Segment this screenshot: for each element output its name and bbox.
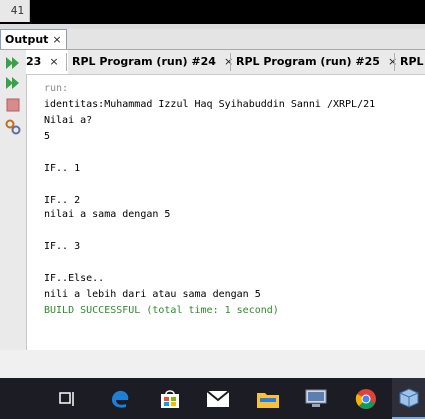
edge-icon[interactable] bbox=[100, 378, 140, 419]
stop-icon[interactable] bbox=[4, 96, 22, 114]
task-view-icon[interactable] bbox=[48, 378, 88, 419]
tab-divider bbox=[394, 53, 395, 71]
close-icon[interactable]: × bbox=[224, 50, 233, 74]
build-status-line: BUILD SUCCESSFUL (total time: 1 second) bbox=[44, 305, 279, 316]
console-output[interactable]: run: identitas:Muhammad Izzul Haq Syihab… bbox=[27, 75, 425, 350]
console-line: nilai a sama dengan 5 bbox=[44, 209, 171, 220]
console-line: Nilai a? bbox=[44, 115, 93, 126]
console-line: 5 bbox=[44, 131, 51, 142]
console-line: nili a lebih dari atau sama dengan 5 bbox=[44, 289, 261, 300]
settings-icon[interactable] bbox=[4, 118, 22, 136]
run-tab-23[interactable]: 23 × bbox=[26, 50, 68, 74]
console-line: run: bbox=[44, 83, 69, 94]
run-tab-24[interactable]: RPL Program (run) #24 × bbox=[72, 50, 233, 74]
close-icon[interactable]: × bbox=[388, 50, 397, 74]
run-tab-label: RPL Program (run) #24 bbox=[72, 55, 216, 68]
console-line: IF.. 2 bbox=[44, 195, 81, 206]
run-tab-label: RPL bbox=[400, 55, 424, 68]
run-tabs: 23 × RPL Program (run) #24 × RPL Program… bbox=[26, 50, 425, 75]
run-tab-label: RPL Program (run) #25 bbox=[236, 55, 380, 68]
close-icon[interactable]: × bbox=[49, 50, 58, 74]
run-tab-25[interactable]: RPL Program (run) #25 × bbox=[236, 50, 397, 74]
run-tab-label: 23 bbox=[26, 55, 42, 68]
console-line: IF..Else.. bbox=[44, 273, 105, 284]
tab-divider bbox=[230, 53, 231, 71]
tab-divider bbox=[66, 53, 67, 71]
taskbar bbox=[0, 378, 425, 419]
console-line: identitas:Muhammad Izzul Haq Syihabuddin… bbox=[44, 99, 376, 110]
output-toolbar bbox=[0, 50, 27, 350]
store-icon[interactable] bbox=[150, 378, 190, 419]
tab-output[interactable]: Output × bbox=[0, 29, 67, 49]
tab-output-label: Output bbox=[5, 32, 49, 46]
editor-strip: 41 bbox=[0, 0, 425, 24]
rerun-icon[interactable] bbox=[4, 54, 22, 72]
file-explorer-icon[interactable] bbox=[248, 378, 288, 419]
line-number: 41 bbox=[0, 0, 30, 22]
console-line: IF.. 3 bbox=[44, 241, 81, 252]
remote-desktop-icon[interactable] bbox=[296, 378, 336, 419]
output-panel-tabbar: Output × bbox=[0, 29, 425, 50]
virtualbox-icon[interactable] bbox=[392, 378, 425, 419]
close-icon[interactable]: × bbox=[52, 31, 61, 49]
console-line: IF.. 1 bbox=[44, 163, 81, 174]
chrome-icon[interactable] bbox=[346, 378, 386, 419]
run-tab-more[interactable]: RPL bbox=[400, 50, 424, 74]
rerun-with-params-icon[interactable] bbox=[4, 74, 22, 92]
mail-icon[interactable] bbox=[198, 378, 238, 419]
panel-footer bbox=[0, 350, 425, 378]
